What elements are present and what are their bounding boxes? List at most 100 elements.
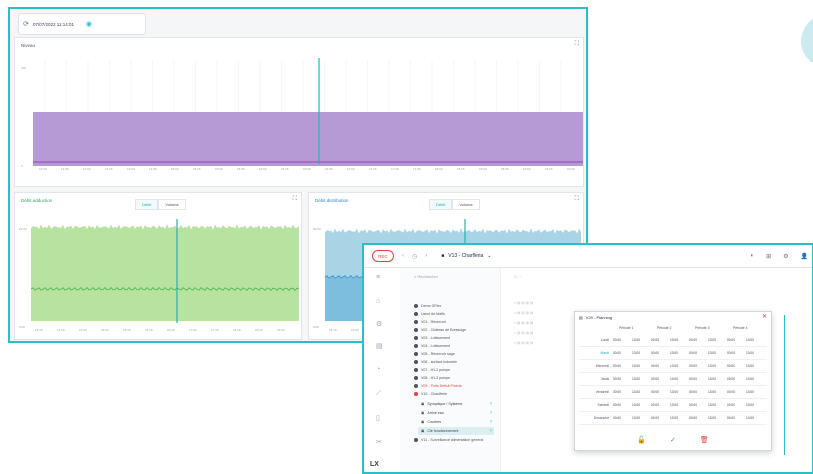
seg-volume[interactable]: Volume (452, 199, 480, 210)
time-cell[interactable]: 13:00 (708, 416, 716, 420)
tree-item[interactable]: V10 - Chaufferie (414, 392, 447, 396)
time-cell[interactable]: 13:00 (670, 377, 678, 381)
history-icon[interactable]: ◷ (412, 253, 417, 260)
validate-icon[interactable]: ✓ (670, 436, 676, 444)
time-cell[interactable]: 13:00 (670, 390, 678, 394)
time-cell[interactable]: 13:00 (746, 416, 754, 420)
tree-item[interactable]: Usine de Mafik (414, 312, 445, 316)
time-cell[interactable]: 13:00 (670, 364, 678, 368)
close-icon[interactable]: ✕ (762, 313, 767, 320)
tree-item[interactable]: V09 - Puits Déficit Pinède (414, 384, 462, 388)
time-cell[interactable]: 00:00 (727, 416, 735, 420)
tree-subitem[interactable]: ▣ Synoptique / Système › (418, 400, 494, 408)
time-cell[interactable]: 13:00 (708, 403, 716, 407)
tree-subitem[interactable]: ▣ Clé fonctionnement › (418, 427, 494, 435)
forward-icon[interactable]: › (425, 253, 427, 260)
time-cell[interactable]: 13:00 (632, 377, 640, 381)
expand-icon[interactable]: ⛶ (575, 196, 579, 203)
time-cell[interactable]: 00:00 (689, 377, 697, 381)
time-cell[interactable]: 00:00 (613, 416, 621, 420)
time-cell[interactable]: 13:00 (708, 364, 716, 368)
delete-icon[interactable]: 🗑 (700, 436, 709, 444)
refresh-icon[interactable]: ⟳ (19, 20, 33, 28)
time-cell[interactable]: 00:00 (651, 338, 659, 342)
time-cell[interactable]: 13:00 (746, 338, 754, 342)
time-cell[interactable]: 13:00 (708, 351, 716, 355)
menu-icon[interactable]: ≡ (376, 274, 380, 281)
time-cell[interactable]: 00:00 (651, 403, 659, 407)
tree-item[interactable]: V02 - Château de Bressuige (414, 328, 466, 332)
time-cell[interactable]: 00:00 (651, 390, 659, 394)
tree-item[interactable]: V03 - Lotissement (414, 336, 450, 340)
home-icon[interactable]: ⌂ (376, 298, 380, 305)
time-cell[interactable]: 00:00 (689, 338, 697, 342)
search-input[interactable]: ⌕ Rechercher (414, 274, 438, 279)
expand-icon[interactable]: ⛶ (293, 196, 297, 203)
time-cell[interactable]: 13:00 (632, 364, 640, 368)
chart-icon[interactable]: ⟋ (376, 390, 381, 398)
tree-item[interactable]: V11 - Surveillance alimentation général (414, 438, 483, 442)
tree-item[interactable]: V07 - H1.2 pompe (414, 368, 450, 372)
tree-item[interactable]: Demo GFlex (414, 304, 441, 308)
chevron-down-icon[interactable]: ⌄ (487, 253, 491, 259)
time-cell[interactable]: 00:00 (613, 351, 621, 355)
time-cell[interactable]: 13:00 (670, 338, 678, 342)
settings-icon[interactable]: ⚙ (783, 253, 788, 260)
tree-item[interactable]: V05 - Réservoir sage (414, 352, 455, 356)
time-cell[interactable]: 13:00 (632, 390, 640, 394)
seg-volume[interactable]: Volume (158, 199, 186, 210)
time-cell[interactable]: 00:00 (689, 351, 697, 355)
user-icon[interactable]: 👤 (801, 253, 808, 260)
calendar-icon[interactable]: ▤ (376, 342, 383, 350)
time-cell[interactable]: 00:00 (727, 351, 735, 355)
tree-subitem[interactable]: ▣ Courbes › (418, 418, 494, 426)
seg-debit[interactable]: Débit (429, 199, 453, 210)
time-cell[interactable]: 00:00 (689, 403, 697, 407)
record-button[interactable]: REC (372, 250, 394, 262)
tree-item[interactable]: V06 - surface industrie (414, 360, 457, 364)
time-cell[interactable]: 00:00 (651, 416, 659, 420)
lock-icon[interactable]: 🔓 (637, 436, 646, 444)
theme-icon[interactable]: ◐ (750, 253, 754, 259)
time-cell[interactable]: 13:00 (670, 416, 678, 420)
time-cell[interactable]: 00:00 (651, 351, 659, 355)
time-cell[interactable]: 00:00 (613, 390, 621, 394)
time-cell[interactable]: 13:00 (746, 364, 754, 368)
document-icon[interactable]: ▯ (376, 414, 380, 422)
time-cell[interactable]: 00:00 (651, 377, 659, 381)
seg-debit[interactable]: Débit (135, 199, 159, 210)
time-cell[interactable]: 00:00 (689, 364, 697, 368)
time-cell[interactable]: 00:00 (689, 390, 697, 394)
time-cell[interactable]: 00:00 (613, 364, 621, 368)
time-cell[interactable]: 13:00 (708, 377, 716, 381)
time-cell[interactable]: 13:00 (632, 403, 640, 407)
time-cell[interactable]: 00:00 (727, 377, 735, 381)
time-cell[interactable]: 00:00 (651, 364, 659, 368)
tree-item[interactable]: V01 - Réservoir (414, 320, 446, 324)
time-cell[interactable]: 00:00 (613, 338, 621, 342)
grid-icon[interactable]: ⊞ (766, 253, 771, 260)
time-cell[interactable]: 13:00 (746, 403, 754, 407)
time-cell[interactable]: 13:00 (708, 338, 716, 342)
time-cell[interactable]: 13:00 (632, 351, 640, 355)
time-cell[interactable]: 00:00 (727, 364, 735, 368)
tool-icon[interactable]: ✂ (376, 438, 382, 446)
time-cell[interactable]: 13:00 (746, 377, 754, 381)
time-cell[interactable]: 00:00 (727, 403, 735, 407)
tree-item[interactable]: V04 - Lotissement (414, 344, 450, 348)
time-cell[interactable]: 13:00 (670, 351, 678, 355)
time-cell[interactable]: 13:00 (746, 351, 754, 355)
time-cell[interactable]: 13:00 (708, 390, 716, 394)
alarm-icon[interactable]: ◔ (376, 366, 380, 373)
time-cell[interactable]: 00:00 (689, 416, 697, 420)
settings-icon[interactable]: ⚙ (376, 320, 382, 328)
time-cell[interactable]: 13:00 (632, 416, 640, 420)
time-cell[interactable]: 00:00 (613, 377, 621, 381)
tree-item[interactable]: V08 - H1.3 pompe (414, 376, 450, 380)
time-cell[interactable]: 00:00 (727, 390, 735, 394)
expand-icon[interactable]: ⛶ (575, 41, 579, 48)
time-cell[interactable]: 13:00 (670, 403, 678, 407)
time-cell[interactable]: 13:00 (632, 338, 640, 342)
back-icon[interactable]: ‹ (402, 253, 404, 260)
time-cell[interactable]: 00:00 (727, 338, 735, 342)
